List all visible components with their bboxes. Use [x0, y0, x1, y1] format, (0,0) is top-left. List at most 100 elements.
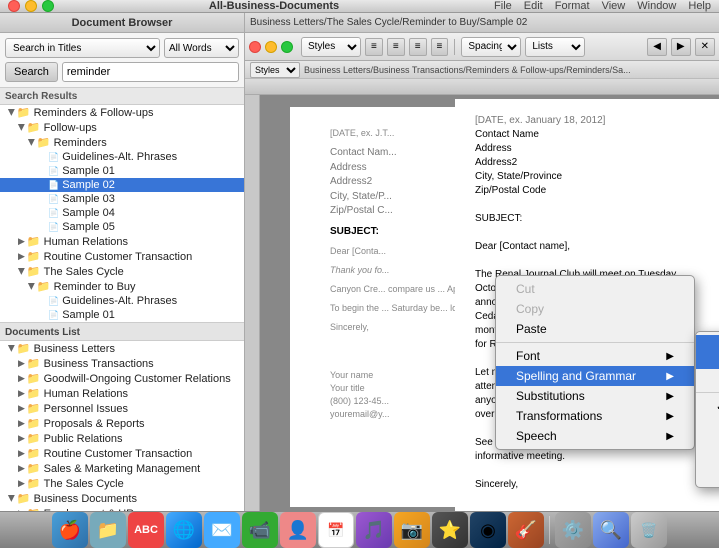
doclist-business-letters[interactable]: ▶ 📁 Business Letters	[0, 341, 244, 356]
tree-sample01[interactable]: 📄 Sample 01	[0, 164, 244, 178]
submenu-check-document[interactable]: Check Document Now	[696, 369, 719, 389]
submenu-arrow-icon: ▶	[666, 371, 674, 382]
dock-contacts[interactable]: 👤	[280, 512, 316, 548]
align-right-button[interactable]: ≡	[409, 38, 427, 56]
dock-finder2[interactable]: 📁	[90, 512, 126, 548]
dock-finder[interactable]: 🍎	[52, 512, 88, 548]
search-button[interactable]: Search	[5, 62, 58, 82]
tree-sample05[interactable]: 📄 Sample 05	[0, 220, 244, 234]
tree-item-label: Business Documents	[34, 493, 137, 505]
closing: Sincerely,	[475, 478, 699, 492]
submenu-show-spelling[interactable]: Show Spelling and Grammar	[696, 335, 719, 369]
triangle-icon: ▶	[26, 139, 37, 146]
dock-itunes[interactable]: 🎵	[356, 512, 392, 548]
dock-dashboard[interactable]: ◉	[470, 512, 506, 548]
tree-sample02-selected[interactable]: 📄 Sample 02	[0, 178, 244, 192]
lists-select[interactable]: Lists	[525, 37, 585, 57]
folder-icon: 📁	[27, 357, 41, 370]
tree-item-label: Proposals & Reports	[44, 418, 145, 430]
doclist-biz-transactions[interactable]: ▶ 📁 Business Transactions	[0, 356, 244, 371]
tree-sample03[interactable]: 📄 Sample 03	[0, 192, 244, 206]
context-menu-substitutions[interactable]: Substitutions ▶	[496, 386, 694, 406]
doc-minimize-button[interactable]	[265, 41, 277, 53]
doc-maximize-button[interactable]	[281, 41, 293, 53]
styles-select[interactable]: Styles	[301, 37, 361, 57]
doclist-routine[interactable]: ▶ 📁 Routine Customer Transaction	[0, 446, 244, 461]
doc-close-button[interactable]	[249, 41, 261, 53]
tree-human-relations[interactable]: ▶ 📁 Human Relations	[0, 234, 244, 249]
doclist-public-relations[interactable]: ▶ 📁 Public Relations	[0, 431, 244, 446]
tree-sample04[interactable]: 📄 Sample 04	[0, 206, 244, 220]
tree-item-label: Reminder to Buy	[54, 281, 136, 293]
maximize-button[interactable]	[42, 0, 54, 12]
dock-trash[interactable]: 🗑️	[631, 512, 667, 548]
tree-followups[interactable]: ▶ 📁 Follow-ups	[0, 120, 244, 135]
nav-prev-button[interactable]: ◀	[647, 38, 667, 56]
align-center-button[interactable]: ≡	[387, 38, 405, 56]
tree-routine-customer[interactable]: ▶ 📁 Routine Customer Transaction	[0, 249, 244, 264]
tree-reminders[interactable]: ▶ 📁 Reminders	[0, 135, 244, 150]
menu-edit[interactable]: Edit	[524, 0, 543, 12]
doclist-human-relations[interactable]: ▶ 📁 Human Relations	[0, 386, 244, 401]
address2: Address2	[475, 156, 699, 170]
doclist-goodwill[interactable]: ▶ 📁 Goodwill-Ongoing Customer Relations	[0, 371, 244, 386]
context-menu-speech[interactable]: Speech ▶	[496, 426, 694, 446]
search-input[interactable]	[62, 62, 239, 82]
doclist-personnel[interactable]: ▶ 📁 Personnel Issues	[0, 401, 244, 416]
doclist-sales-cycle[interactable]: ▶ 📁 The Sales Cycle	[0, 476, 244, 491]
submenu-check-while-typing[interactable]: ✓ Check Spelling While Typing	[696, 396, 719, 416]
dock-star[interactable]: ⭐	[432, 512, 468, 548]
nav-next-button[interactable]: ▶	[671, 38, 691, 56]
context-menu-copy[interactable]: Copy	[496, 299, 694, 319]
dock-facetime[interactable]: 📹	[242, 512, 278, 548]
tree-sales-cycle[interactable]: ▶ 📁 The Sales Cycle	[0, 264, 244, 279]
menu-bar: File Edit Format View Window Help	[494, 0, 711, 12]
tree-guidelines-alt2[interactable]: 📄 Guidelines-Alt. Phrases	[0, 294, 244, 308]
menu-view[interactable]: View	[602, 0, 626, 12]
dock-iphoto[interactable]: 📷	[394, 512, 430, 548]
minimize-button[interactable]	[25, 0, 37, 12]
tree-guidelines-alt[interactable]: 📄 Guidelines-Alt. Phrases	[0, 150, 244, 164]
triangle-icon: ▶	[16, 124, 27, 131]
submenu-arrow-icon: ▶	[666, 351, 674, 362]
menu-window[interactable]: Window	[637, 0, 676, 12]
doclist-sales-marketing[interactable]: ▶ 📁 Sales & Marketing Management	[0, 461, 244, 476]
context-menu-cut[interactable]: Cut	[496, 279, 694, 299]
styles-select2[interactable]: Styles	[250, 62, 300, 78]
context-menu-font[interactable]: Font ▶	[496, 346, 694, 366]
tree-sample01b[interactable]: 📄 Sample 01	[0, 308, 244, 322]
dock-abbyy[interactable]: ABC	[128, 512, 164, 548]
context-menu-paste[interactable]: Paste	[496, 319, 694, 339]
address: Address	[475, 142, 699, 156]
dock-calendar[interactable]: 📅	[318, 512, 354, 548]
all-words-select[interactable]: All Words	[164, 38, 239, 58]
dock-guitar[interactable]: 🎸	[508, 512, 544, 548]
context-menu-transformations[interactable]: Transformations ▶	[496, 406, 694, 426]
triangle-icon: ▶	[18, 251, 25, 262]
dock-safari[interactable]: 🌐	[166, 512, 202, 548]
dock-system-prefs[interactable]: ⚙️	[555, 512, 591, 548]
align-left-button[interactable]: ≡	[365, 38, 383, 56]
tree-item-label: Reminders	[54, 137, 107, 149]
menu-file[interactable]: File	[494, 0, 512, 12]
justify-button[interactable]: ≡	[431, 38, 449, 56]
menu-help[interactable]: Help	[688, 0, 711, 12]
doclist-proposals[interactable]: ▶ 📁 Proposals & Reports	[0, 416, 244, 431]
spacing-select[interactable]: Spacing	[461, 37, 521, 57]
search-results-tree[interactable]: ▶ 📁 Reminders & Follow-ups ▶ 📁 Follow-up…	[0, 105, 244, 511]
dock-spotlight[interactable]: 🔍	[593, 512, 629, 548]
submenu-correct-spelling[interactable]: Correct Spelling Automatically	[696, 450, 719, 484]
left-scroll[interactable]	[245, 95, 260, 511]
doclist-biz-docs[interactable]: ▶ 📁 Business Documents	[0, 491, 244, 506]
submenu-check-grammar[interactable]: Check Grammar With Spelling	[696, 416, 719, 450]
tree-item-label: The Sales Cycle	[44, 266, 124, 278]
tree-reminders-followups[interactable]: ▶ 📁 Reminders & Follow-ups	[0, 105, 244, 120]
tree-item-label: Sample 02	[62, 179, 115, 191]
search-in-select[interactable]: Search in Titles	[5, 38, 160, 58]
nav-close-button[interactable]: ✕	[695, 38, 715, 56]
menu-format[interactable]: Format	[555, 0, 590, 12]
dock-mail[interactable]: ✉️	[204, 512, 240, 548]
tree-reminder-to-buy[interactable]: ▶ 📁 Reminder to Buy	[0, 279, 244, 294]
context-menu-spelling[interactable]: Spelling and Grammar ▶	[496, 366, 694, 386]
close-button[interactable]	[8, 0, 20, 12]
